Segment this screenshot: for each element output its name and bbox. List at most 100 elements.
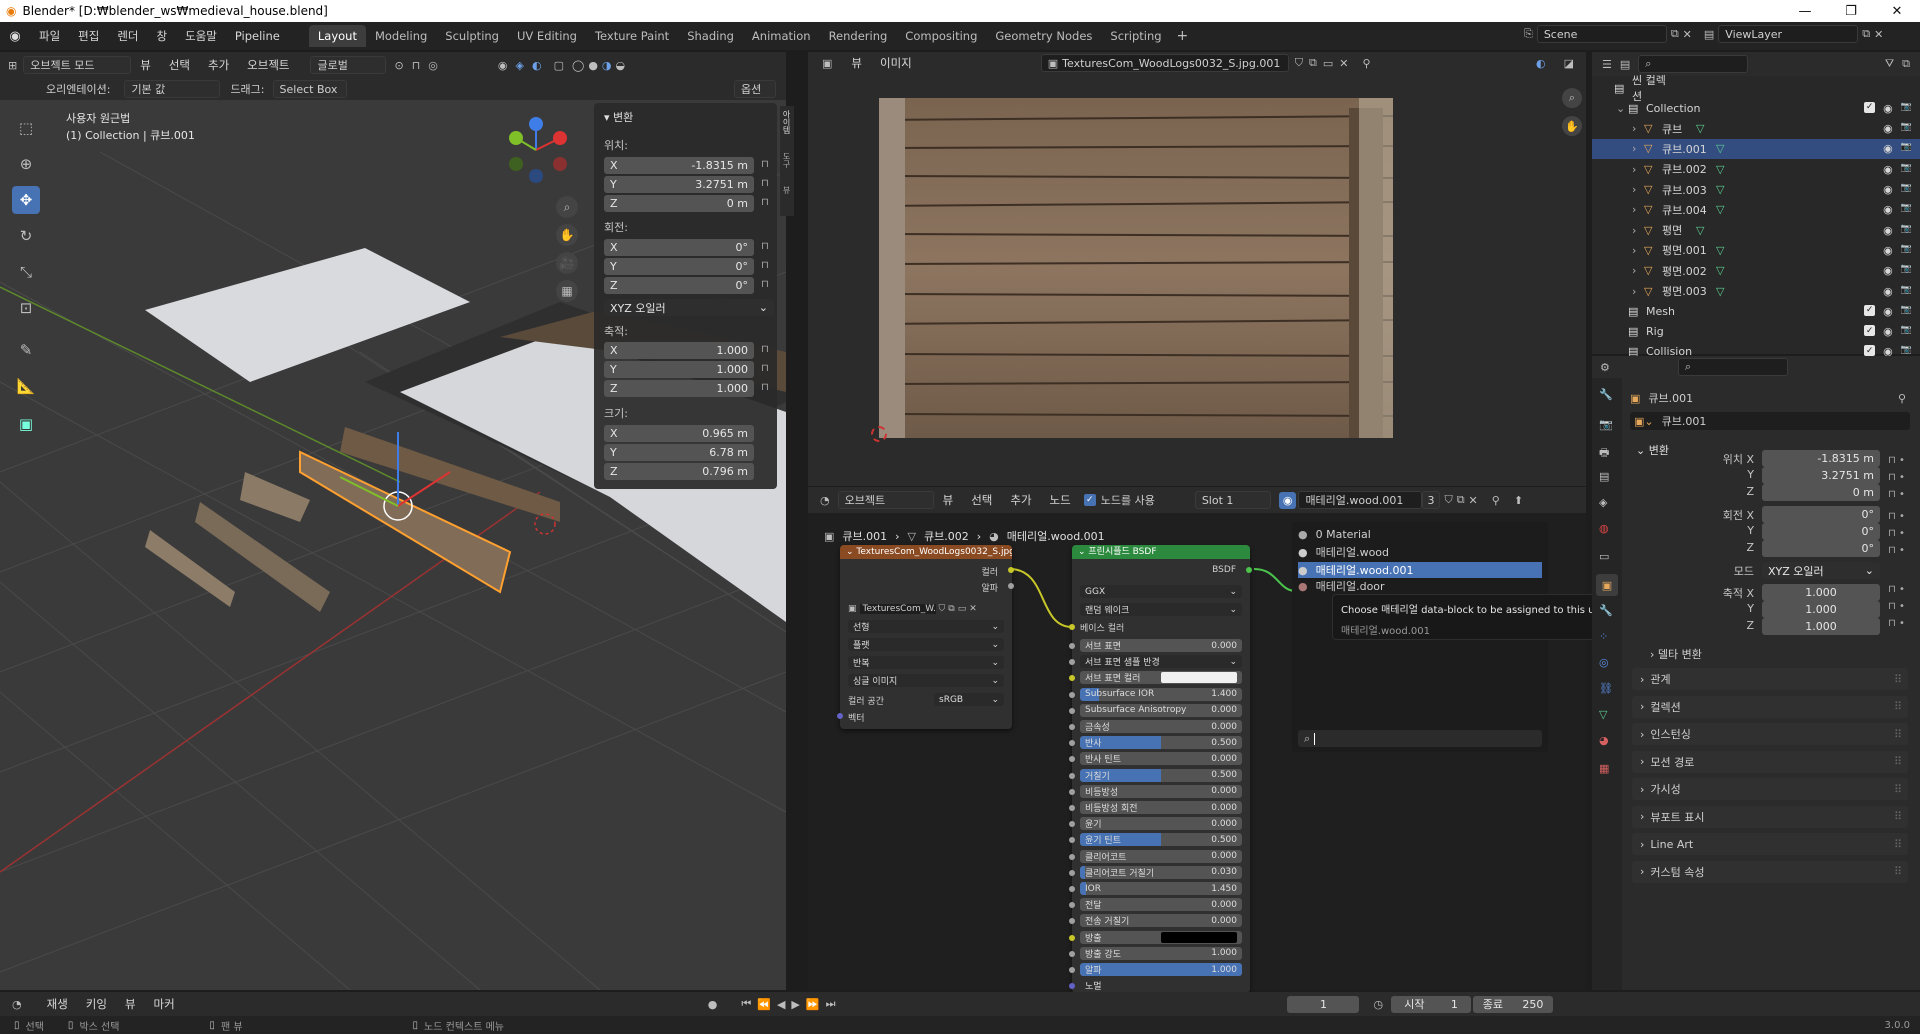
mesh-data-icon[interactable]: ▽ [1716, 244, 1724, 257]
menu-file[interactable]: 파일 [30, 28, 69, 44]
bsdf-param-row[interactable]: 서브 표면 0.000 [1080, 639, 1242, 652]
cursor-tool-icon[interactable]: ⊕ [12, 150, 40, 178]
breadcrumb-mesh[interactable]: 큐브.002 [924, 528, 969, 544]
bsdf-input-socket[interactable] [1069, 967, 1075, 973]
bsdf-input-socket[interactable] [1069, 788, 1075, 795]
camera-icon[interactable]: 📷 [1901, 183, 1912, 196]
lock-icon[interactable]: ⊓ [761, 260, 773, 271]
display-channels-icon[interactable]: ◪ [1564, 57, 1574, 70]
open-image-icon[interactable]: ▭ [958, 604, 967, 614]
tab-sculpting[interactable]: Sculpting [436, 25, 508, 47]
bsdf-param-row[interactable]: IOR 1.450 [1080, 882, 1242, 895]
bsdf-param-row[interactable]: 서브 표면 컬러 [1080, 671, 1242, 685]
scale-x-field[interactable]: X 1.000 [604, 342, 754, 359]
scale-tool-icon[interactable]: ⤡ [12, 258, 40, 286]
properties-section-collapsed[interactable]: › 인스턴싱 ⠿ [1632, 723, 1908, 745]
pin-icon[interactable]: ⚲ [1492, 494, 1500, 507]
bsdf-input-socket[interactable] [1069, 886, 1075, 892]
view-layer-selector[interactable]: ViewLayer [1718, 25, 1859, 43]
bsdf-input-socket[interactable] [1069, 772, 1075, 779]
prop-scale-z[interactable]: 1.000 [1762, 618, 1880, 635]
filter-icon[interactable]: ⛛ [1885, 57, 1894, 71]
scale-z-field[interactable]: Z 1.000 [604, 380, 754, 397]
drag-handle-icon[interactable]: ⠿ [1894, 700, 1902, 713]
properties-section-collapsed[interactable]: › 관계 ⠿ [1632, 668, 1908, 690]
tab-compositing[interactable]: Compositing [896, 25, 986, 47]
bsdf-param-row[interactable]: 거칠기 0.500 [1080, 768, 1242, 782]
physics-tab-icon[interactable]: ◎ [1599, 656, 1609, 669]
bsdf-param-row[interactable]: Subsurface IOR 1.400 [1080, 687, 1242, 701]
properties-section-collapsed[interactable]: › 가시성 ⠿ [1632, 778, 1908, 800]
eye-icon[interactable]: ◉ [1883, 264, 1893, 277]
bsdf-param-row[interactable]: 방출 [1080, 930, 1242, 944]
menu-edit[interactable]: 편집 [69, 28, 108, 44]
scale-y-field[interactable]: Y 1.000 [604, 361, 754, 378]
modifier-tab-icon[interactable]: 🔧 [1599, 604, 1613, 617]
bsdf-param-row[interactable]: 노멀 [1080, 979, 1242, 992]
pan-icon[interactable]: ✋ [1562, 116, 1582, 136]
prop-scale-x[interactable]: 1.000 [1762, 584, 1880, 601]
color-swatch[interactable] [1161, 931, 1237, 943]
eye-icon[interactable]: ◉ [1883, 325, 1893, 338]
add-cube-tool-icon[interactable]: ▣ [12, 410, 40, 438]
mesh-data-icon[interactable]: ▽ [1716, 142, 1724, 155]
prop-location-x[interactable]: -1.8315 m [1762, 450, 1880, 467]
transform-tool-icon[interactable]: ⊡ [12, 294, 40, 322]
bsdf-param-row[interactable]: 전달 0.000 [1080, 898, 1242, 912]
lock-icon[interactable]: ⊓ • [1888, 581, 1918, 598]
node-menu-node[interactable]: 노드 [1041, 492, 1080, 508]
viewport-menu-object[interactable]: 오브젝트 [238, 57, 298, 73]
menu-pipeline[interactable]: Pipeline [226, 29, 289, 43]
eye-icon[interactable]: ◉ [1883, 102, 1893, 115]
rotate-tool-icon[interactable]: ↻ [12, 222, 40, 250]
object-tab-icon[interactable]: ▣ [1596, 574, 1618, 596]
lock-icon[interactable]: ⊓ [761, 178, 773, 189]
lock-icon[interactable]: ⊓ • [1888, 525, 1918, 542]
image-editor[interactable]: ⌕ ✋ [808, 52, 1586, 486]
expand-chevron-icon[interactable]: › [1632, 244, 1644, 257]
drag-handle-icon[interactable]: ⠿ [1894, 783, 1902, 796]
expand-chevron-icon[interactable]: › [1632, 183, 1644, 196]
bsdf-input-socket[interactable] [1069, 853, 1075, 860]
lock-icon[interactable]: ⊓ • [1888, 598, 1918, 615]
camera-icon[interactable]: 📷 [1901, 163, 1912, 176]
outliner-row-object[interactable]: › ▽ 평면.003 ▽ ◉ 📷 [1592, 281, 1920, 301]
parent-node-tree-icon[interactable]: ⬆ [1514, 494, 1523, 507]
proportional-edit-icon[interactable]: ◎ [428, 59, 438, 72]
rotation-y-field[interactable]: Y 0° [604, 258, 754, 275]
pin-icon[interactable]: ⚲ [1362, 57, 1370, 70]
shading-rendered-icon[interactable]: ◒ [616, 59, 626, 72]
zoom-icon[interactable]: ⌕ [1562, 88, 1582, 108]
exclude-checkbox[interactable]: ✓ [1864, 101, 1876, 113]
play-reverse-icon[interactable]: ◀ [777, 998, 785, 1011]
scene-icon[interactable]: ⎘ [1524, 27, 1533, 41]
eye-icon[interactable]: ◉ [1883, 305, 1893, 318]
mode-selector[interactable]: 오브젝트 모드 [23, 56, 132, 74]
eye-icon[interactable]: ◉ [1883, 224, 1893, 237]
timeline-menu-playback[interactable]: 재생 [38, 996, 77, 1012]
viewport-menu-view[interactable]: 뷰 [131, 57, 160, 73]
collection-tab-icon[interactable]: ▭ [1599, 550, 1609, 563]
slot-selector[interactable]: Slot 1 [1194, 491, 1271, 509]
navigation-gizmo[interactable] [500, 114, 572, 186]
vector-input-socket[interactable] [837, 713, 843, 719]
material-list-item[interactable]: ● 0 Material [1298, 526, 1542, 542]
bsdf-input-socket[interactable] [1069, 869, 1075, 876]
camera-icon[interactable]: 📷 [1901, 224, 1912, 237]
viewport-menu-add[interactable]: 추가 [199, 57, 238, 73]
lock-icon[interactable]: ⊓ [761, 279, 773, 290]
minimize-button[interactable]: — [1782, 0, 1828, 22]
fake-user-icon[interactable]: ⛉ [1295, 56, 1303, 70]
bsdf-param-row[interactable]: 방출 강도 1.000 [1080, 946, 1242, 960]
visibility-icon[interactable]: ◉ [498, 59, 508, 72]
node-menu-view[interactable]: 뷰 [934, 492, 963, 508]
delta-transform-section[interactable]: › 델타 변환 [1650, 646, 1702, 662]
new-image-icon[interactable]: ⧉ [1309, 56, 1317, 70]
eye-icon[interactable]: ◉ [1883, 285, 1893, 298]
tab-shading[interactable]: Shading [678, 25, 743, 47]
drag-selector[interactable]: Select Box [272, 80, 347, 98]
bsdf-input-socket[interactable] [1069, 837, 1075, 844]
color-swatch[interactable] [1161, 672, 1237, 684]
timeline-menu-keying[interactable]: 키잉 [77, 996, 116, 1012]
mesh-data-icon[interactable]: ▽ [1716, 264, 1724, 277]
